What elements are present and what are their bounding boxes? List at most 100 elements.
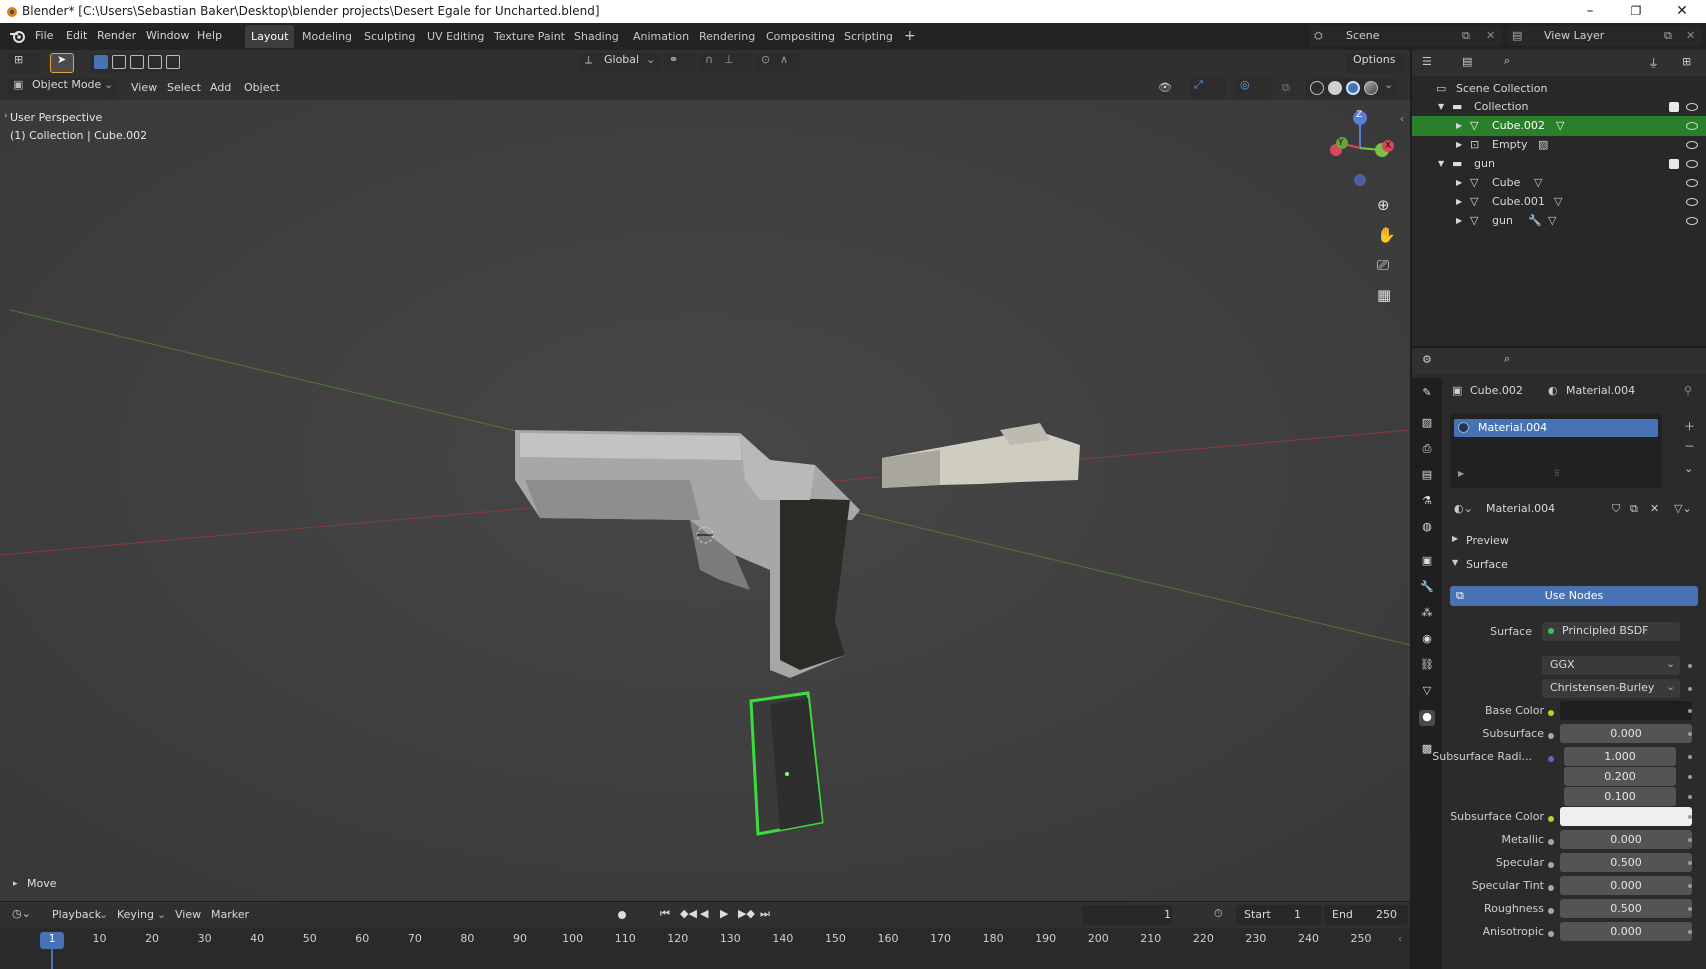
zoom-icon[interactable]: ⊕ bbox=[1377, 196, 1390, 214]
tab-sculpting[interactable]: Sculpting bbox=[358, 25, 421, 48]
keyframe-dot[interactable] bbox=[1688, 687, 1692, 691]
expand-toolbar-icon[interactable]: › bbox=[4, 111, 8, 121]
subsurface-method-dropdown[interactable]: Christensen-Burley ⌄ bbox=[1542, 679, 1680, 698]
close-window-button[interactable]: ✕ bbox=[1659, 0, 1705, 23]
timeline-editor-icon[interactable]: ◷⌄ bbox=[12, 907, 31, 920]
last-operator-panel[interactable]: Move bbox=[27, 877, 57, 890]
menu-playback[interactable]: Playback bbox=[52, 908, 101, 921]
jump-end-icon[interactable]: ⏭ bbox=[760, 907, 770, 921]
duplicate-icon[interactable]: ⧉ bbox=[1630, 502, 1638, 516]
menu-help[interactable]: Help bbox=[197, 29, 222, 42]
remove-scene-icon[interactable]: ✕ bbox=[1486, 26, 1495, 46]
3d-viewport[interactable]: ⊞ ➤ ⟂ Global ⌄ ⚭ ∩ ⊥ ⊙ ∧ Options ▣ Objec… bbox=[0, 50, 1410, 901]
expand-icon[interactable]: ▶ bbox=[1458, 469, 1464, 478]
expand-icon[interactable]: ▶ bbox=[1456, 173, 1462, 193]
xray-icon[interactable]: ⧉ bbox=[1282, 78, 1290, 98]
material-slot-row[interactable]: Material.004 bbox=[1454, 419, 1658, 437]
overlays-toggle[interactable]: ◎ bbox=[1236, 78, 1272, 98]
stopwatch-icon[interactable]: ⏱ bbox=[1214, 907, 1223, 921]
link-dropdown-icon[interactable]: ▽⌄ bbox=[1674, 502, 1692, 515]
select-intersect-icon[interactable] bbox=[166, 55, 180, 69]
menu-keying[interactable]: Keying bbox=[117, 908, 154, 921]
material-tab-icon[interactable]: ● bbox=[1419, 710, 1435, 726]
eye-icon[interactable] bbox=[1686, 122, 1698, 130]
particles-tab-icon[interactable]: ⁂ bbox=[1419, 606, 1435, 622]
selection-mode-buttons[interactable] bbox=[90, 53, 182, 73]
eye-icon[interactable] bbox=[1686, 103, 1698, 111]
search-icon[interactable]: ⌕ bbox=[1504, 352, 1510, 366]
blender-menu-icon[interactable] bbox=[9, 28, 27, 44]
outliner-row-empty[interactable]: ▶ ⊡ Empty ▨ bbox=[1412, 135, 1706, 155]
resize-handle-icon[interactable]: ⠿ bbox=[1554, 469, 1560, 478]
preview-section-header[interactable]: ▶ Preview bbox=[1448, 534, 1698, 552]
metallic-field[interactable]: 0.000 bbox=[1560, 830, 1692, 849]
jump-keyframe-back-icon[interactable]: ◆◀ bbox=[680, 907, 697, 920]
outliner-row-cube[interactable]: ▶ ▽ Cube ▽ bbox=[1412, 173, 1706, 193]
scene-tab-icon[interactable]: ⚗ bbox=[1419, 494, 1435, 510]
menu-view[interactable]: View bbox=[131, 78, 157, 98]
keyframe-dot[interactable] bbox=[1688, 884, 1692, 888]
navigation-gizmo[interactable]: Z Y X bbox=[1320, 108, 1400, 188]
anisotropic-field[interactable]: 0.000 bbox=[1560, 922, 1692, 941]
pin-icon[interactable]: ⚲ bbox=[1684, 384, 1692, 397]
snapping-dropdown[interactable]: ∩ ⊥ bbox=[700, 53, 752, 73]
add-workspace-button[interactable]: + bbox=[898, 25, 922, 48]
shading-mode-buttons[interactable]: ⌄ bbox=[1306, 78, 1396, 98]
distribution-dropdown[interactable]: GGX ⌄ bbox=[1542, 656, 1680, 675]
menu-select[interactable]: Select bbox=[167, 78, 201, 98]
tab-rendering[interactable]: Rendering bbox=[693, 25, 761, 48]
subsurface-radius-x-field[interactable]: 1.000 bbox=[1564, 747, 1676, 766]
play-icon[interactable]: ▶ bbox=[720, 907, 728, 920]
base-color-swatch[interactable] bbox=[1560, 701, 1692, 720]
tool-tab-icon[interactable]: ✎ bbox=[1419, 386, 1435, 402]
expand-icon[interactable]: ▶ bbox=[1456, 211, 1462, 231]
jump-keyframe-forward-icon[interactable]: ▶◆ bbox=[738, 907, 755, 920]
display-mode-icon[interactable]: ▤ bbox=[1462, 55, 1472, 68]
material-name-field[interactable]: Material.004 bbox=[1486, 502, 1555, 515]
add-slot-icon[interactable]: ＋ bbox=[1684, 418, 1695, 434]
keyframe-dot[interactable] bbox=[1688, 815, 1692, 819]
collapse-icon[interactable]: ‹ bbox=[1398, 934, 1402, 945]
scene-canvas[interactable] bbox=[0, 100, 1410, 901]
surface-shader-field[interactable]: Principled BSDF bbox=[1542, 622, 1680, 641]
new-view-layer-icon[interactable]: ⧉ bbox=[1664, 26, 1672, 46]
pivot-point-dropdown[interactable]: ⚭ bbox=[664, 53, 696, 73]
tab-compositing[interactable]: Compositing bbox=[760, 25, 841, 48]
expand-icon[interactable]: ▶ bbox=[1456, 116, 1462, 136]
expand-icon[interactable]: ▶ bbox=[1456, 192, 1462, 212]
select-tool-button[interactable]: ➤ bbox=[50, 53, 74, 73]
outliner-row-cube-001[interactable]: ▶ ▽ Cube.001 ▽ bbox=[1412, 192, 1706, 212]
outliner-row-scene-collection[interactable]: ▭ Scene Collection bbox=[1412, 79, 1706, 99]
collapse-sidebar-icon[interactable]: ‹ bbox=[1400, 114, 1404, 125]
surface-section-header[interactable]: ▼ Surface bbox=[1448, 558, 1698, 576]
menu-file[interactable]: File bbox=[35, 29, 53, 42]
menu-marker[interactable]: Marker bbox=[211, 908, 249, 921]
view-layer-selector[interactable]: ▤ View Layer ⧉ ✕ bbox=[1508, 26, 1702, 46]
physics-tab-icon[interactable]: ◉ bbox=[1419, 632, 1435, 648]
specular-tint-field[interactable]: 0.000 bbox=[1560, 876, 1692, 895]
menu-object[interactable]: Object bbox=[244, 78, 280, 98]
gizmo-toggle[interactable]: ⤢ bbox=[1190, 78, 1226, 98]
world-tab-icon[interactable]: ◍ bbox=[1419, 520, 1435, 536]
maximize-button[interactable]: ❐ bbox=[1613, 0, 1659, 23]
keyframe-dot[interactable] bbox=[1688, 732, 1692, 736]
record-icon[interactable] bbox=[618, 911, 626, 919]
eye-icon[interactable] bbox=[1686, 198, 1698, 206]
tab-modeling[interactable]: Modeling bbox=[296, 25, 358, 48]
outliner-row-gun-mesh[interactable]: ▶ ▽ gun 🔧 ▽ bbox=[1412, 211, 1706, 231]
tab-animation[interactable]: Animation bbox=[627, 25, 695, 48]
start-frame-field[interactable]: Start 1 bbox=[1236, 905, 1322, 925]
exclude-checkbox[interactable] bbox=[1669, 159, 1679, 169]
menu-window[interactable]: Window bbox=[146, 29, 189, 42]
use-nodes-button[interactable]: ⧉ Use Nodes bbox=[1450, 586, 1698, 606]
menu-add[interactable]: Add bbox=[210, 78, 231, 98]
material-shading-icon[interactable] bbox=[1346, 81, 1360, 95]
filter-icon[interactable]: ⏚ bbox=[1648, 55, 1659, 71]
unlink-icon[interactable]: ✕ bbox=[1650, 502, 1659, 515]
view-layer-tab-icon[interactable]: ▤ bbox=[1419, 468, 1435, 484]
outliner-row-collection[interactable]: ▼ ▬ Collection bbox=[1412, 97, 1706, 117]
wireframe-shading-icon[interactable] bbox=[1310, 81, 1324, 95]
jump-start-icon[interactable]: ⏮ bbox=[660, 907, 670, 921]
visibility-icon[interactable]: 👁 bbox=[1158, 78, 1172, 98]
new-scene-icon[interactable]: ⧉ bbox=[1462, 26, 1470, 46]
